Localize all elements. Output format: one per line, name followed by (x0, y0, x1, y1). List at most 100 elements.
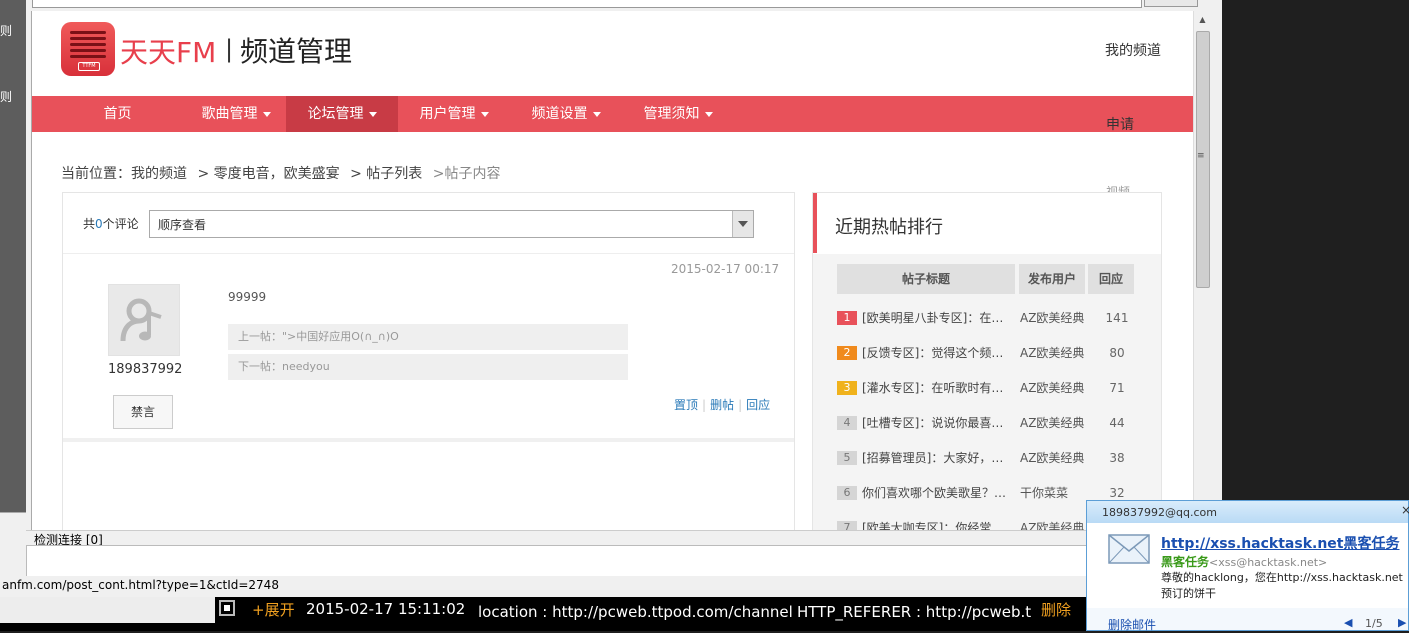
close-icon[interactable]: × (1401, 503, 1409, 517)
nav-label: 频道设置 (531, 106, 588, 122)
nav-label: 用户管理 (419, 106, 476, 122)
console-input[interactable] (26, 545, 1088, 577)
hot-post-row[interactable]: 2 [反馈专区]：觉得这个频道... AZ欧美经典 80 (837, 346, 1137, 381)
console-status: 检测连接 [0] (26, 530, 1222, 547)
mail-notification[interactable]: 189837992@qq.com × http://xss.hacktask.n… (1086, 500, 1409, 633)
hot-post-user-link[interactable]: AZ欧美经典 (1020, 448, 1086, 468)
left-strip-text: 则 (0, 24, 13, 38)
hot-post-user-link[interactable]: 干你菜菜 (1020, 483, 1086, 503)
breadcrumb-link[interactable]: 我的频道 (131, 166, 187, 182)
mail-from-name: 黑客任务 (1161, 555, 1210, 569)
browser-window: TTFM 天天FM | 频道管理 我的频道 首页 歌曲管理 论坛管理 用户管理 … (26, 0, 1222, 576)
hot-post-title-link[interactable]: 你们喜欢哪个欧美歌星？加... (862, 483, 1014, 503)
scroll-up-icon[interactable]: ▲ (1194, 11, 1211, 28)
next-arrow-icon[interactable]: ▶ (1398, 616, 1406, 629)
page-viewport: TTFM 天天FM | 频道管理 我的频道 首页 歌曲管理 论坛管理 用户管理 … (31, 11, 1193, 530)
apply-link[interactable]: 申请 (1106, 114, 1134, 134)
rank-badge: 1 (837, 311, 857, 325)
delete-mail-button[interactable]: 删除邮件 (1108, 616, 1156, 633)
scroll-grip-icon: ≡ (1197, 151, 1205, 161)
hot-posts-panel: 近期热帖排行 帖子标题 发布用户 回应 1 [欧美明星八卦专区]：在这... AZ欧… (812, 192, 1162, 530)
stop-icon[interactable] (219, 600, 235, 616)
logo-name[interactable]: 天天FM (120, 31, 216, 71)
hot-post-reply-count: 71 (1109, 381, 1125, 395)
caret-down-icon (592, 111, 601, 117)
nav-label: 管理须知 (643, 106, 700, 122)
music-user-icon (120, 298, 162, 342)
desktop-right-area (1222, 0, 1409, 500)
nav-item-home[interactable]: 首页 (75, 96, 160, 132)
hot-post-user-link[interactable]: AZ欧美经典 (1020, 378, 1086, 398)
hot-post-user-link[interactable]: AZ欧美经典 (1020, 343, 1086, 363)
prev-post-link[interactable]: 上一帖：">中国好应用O(∩_∩)O (228, 324, 628, 350)
next-post-link[interactable]: 下一帖：needyou (228, 354, 628, 380)
nav-item-guidelines[interactable]: 管理须知 (622, 96, 734, 132)
hot-post-title-link[interactable]: [欧美明星八卦专区]：在这... (862, 308, 1014, 328)
comment-count: 共0个评论 (83, 215, 139, 232)
left-frame (0, 512, 28, 577)
desktop-left-strip: 则 则 (0, 0, 26, 512)
hot-post-row[interactable]: 4 [吐槽专区]：说说你最喜欢... AZ欧美经典 44 (837, 416, 1137, 451)
ticker-delete-button[interactable]: 删除 (1041, 599, 1071, 620)
address-bar-strip (26, 0, 1222, 10)
address-input[interactable] (32, 0, 1142, 8)
address-go-button[interactable] (1144, 0, 1198, 7)
nav-item-users[interactable]: 用户管理 (398, 96, 510, 132)
ticker-left-area (0, 597, 215, 623)
post-panel: 共0个评论 顺序查看 2015-02-17 00:17 189837992 禁言… (62, 192, 795, 530)
nav-item-songs[interactable]: 歌曲管理 (180, 96, 292, 132)
hot-post-reply-count: 44 (1109, 416, 1125, 430)
vertical-scrollbar[interactable]: ▲ ≡ (1193, 11, 1211, 530)
hot-post-title-link[interactable]: [欧美大咖专区]：你经常听... (862, 518, 1014, 530)
my-channel-link[interactable]: 我的频道 (1105, 40, 1161, 60)
delete-post-button[interactable]: 删帖 (710, 398, 734, 412)
prev-arrow-icon[interactable]: ◀ (1344, 616, 1352, 629)
hot-post-row[interactable]: 1 [欧美明星八卦专区]：在这... AZ欧美经典 141 (837, 311, 1137, 346)
nav-label: 歌曲管理 (201, 106, 258, 122)
ban-button[interactable]: 禁言 (113, 395, 173, 429)
avatar[interactable] (108, 284, 180, 356)
hot-post-row[interactable]: 3 [灌水专区]：在听歌时有咯... AZ欧美经典 71 (837, 381, 1137, 416)
hot-post-user-link[interactable]: AZ欧美经典 (1020, 518, 1086, 530)
hot-post-reply-count: 38 (1109, 451, 1125, 465)
rank-badge: 2 (837, 346, 857, 360)
hot-post-reply-count: 80 (1109, 346, 1125, 360)
log-ticker: +展开 2015-02-17 15:11:02 location : http:… (0, 597, 1090, 631)
hot-posts-title: 近期热帖排行 (835, 217, 943, 238)
caret-down-icon (368, 111, 377, 117)
breadcrumb-link[interactable]: > 帖子列表 (350, 166, 422, 182)
dropdown-arrow-icon[interactable] (732, 211, 753, 237)
rank-badge: 5 (837, 451, 857, 465)
user-name[interactable]: 189837992 (108, 362, 182, 377)
mail-page-indicator: 1/5 (1365, 617, 1383, 630)
left-strip-text: 则 (0, 90, 13, 104)
hot-post-row[interactable]: 5 [招募管理员]：大家好，欧... AZ欧美经典 38 (837, 451, 1137, 486)
envelope-icon (1108, 534, 1150, 564)
breadcrumb-current: >帖子内容 (432, 166, 501, 182)
nav-item-forum[interactable]: 论坛管理 (286, 96, 398, 132)
page-title: 频道管理 (240, 35, 353, 68)
rank-badge: 3 (837, 381, 857, 395)
breadcrumb-link[interactable]: > 零度电音，欧美盛宴 (197, 166, 339, 182)
hot-post-title-link[interactable]: [反馈专区]：觉得这个频道... (862, 343, 1014, 363)
hot-post-title-link[interactable]: [灌水专区]：在听歌时有咯... (862, 378, 1014, 398)
mail-footer: 删除邮件 ◀ 1/5 ▶ (1087, 608, 1408, 633)
radio-logo-icon[interactable]: TTFM (61, 22, 115, 76)
hot-post-user-link[interactable]: AZ欧美经典 (1020, 308, 1086, 328)
hot-post-title-link[interactable]: [招募管理员]：大家好，欧... (862, 448, 1014, 468)
reply-button[interactable]: 回应 (746, 398, 770, 412)
hot-post-title-link[interactable]: [吐槽专区]：说说你最喜欢... (862, 413, 1014, 433)
pin-button[interactable]: 置顶 (674, 398, 698, 412)
nav-item-channel-settings[interactable]: 频道设置 (510, 96, 622, 132)
mail-from: 黑客任务<xss@hacktask.net> (1161, 553, 1327, 570)
mail-preview: 尊敬的hacklong，您在http://xss.hacktask.net 预订… (1161, 571, 1403, 600)
hot-post-user-link[interactable]: AZ欧美经典 (1020, 413, 1086, 433)
comment-count-prefix: 共 (83, 217, 96, 231)
order-select[interactable]: 顺序查看 (149, 210, 754, 238)
post-body: 99999 (228, 290, 267, 304)
expand-button[interactable]: +展开 (252, 599, 295, 620)
mail-subject-link[interactable]: http://xss.hacktask.net黑客任务 (1161, 533, 1400, 553)
post-actions: 置顶 | 删帖 | 回应 (674, 396, 770, 413)
rank-badge: 6 (837, 486, 857, 500)
ticker-location: location : http://pcweb.ttpod.com/channe… (478, 603, 793, 621)
